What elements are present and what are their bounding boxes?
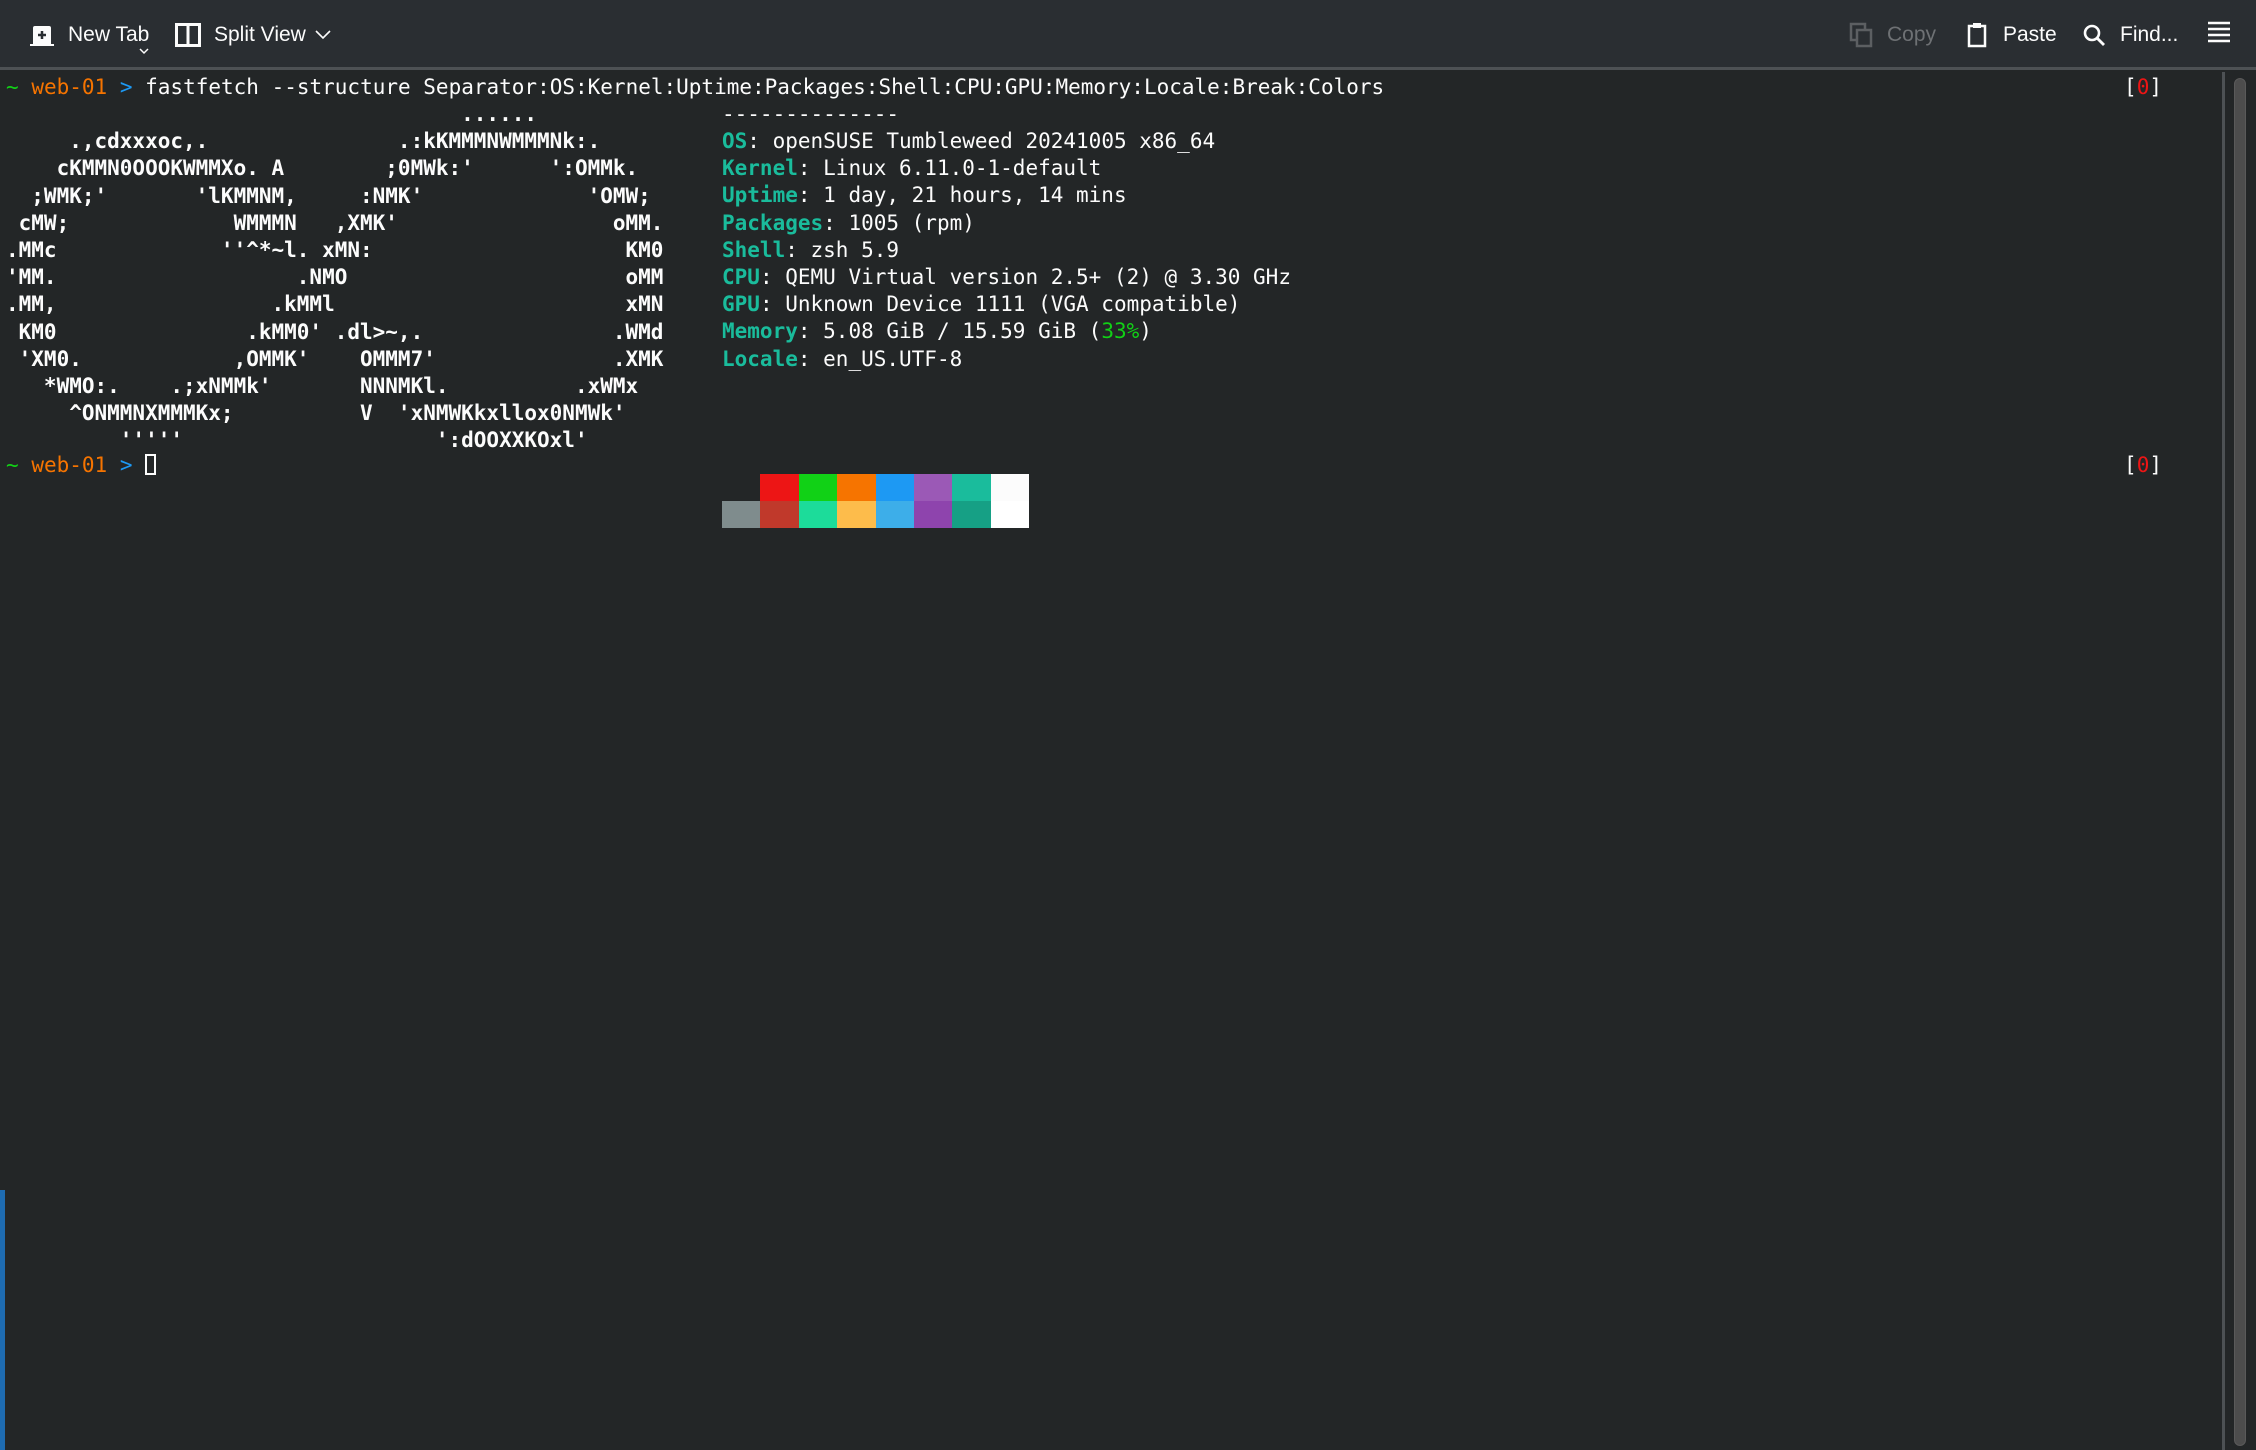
new-tab-dropdown-chevron-icon[interactable] (139, 44, 149, 58)
ascii-logo-line: .,cdxxxoc,. .:kKMMMNWMMMNk:. (6, 129, 601, 154)
search-icon (2080, 21, 2108, 49)
paste-label: Paste (2003, 23, 2057, 46)
info-row-gpu: GPU: Unknown Device 1111 (VGA compatible… (722, 292, 1241, 317)
paste-button[interactable]: Paste (1963, 0, 2057, 70)
color-swatch (798, 501, 838, 528)
exit-code: 0 (2136, 453, 2150, 477)
copy-button[interactable]: Copy (1847, 0, 1936, 70)
active-view-indicator (0, 1190, 5, 1450)
exit-status: [0] (2124, 75, 2162, 99)
info-value: zsh 5.9 (810, 237, 900, 262)
chevron-down-icon (314, 23, 332, 47)
command-text: fastfetch --structure Separator:OS:Kerne… (145, 75, 1385, 99)
info-key: Locale (722, 346, 798, 371)
color-swatch (952, 501, 991, 528)
ascii-logo-line: cMW; WMMMN ,XMK' oMM. (6, 210, 664, 235)
exit-code: 0 (2136, 75, 2150, 99)
info-value: QEMU Virtual version 2.5+ (2) @ 3.30 GHz (785, 265, 1291, 289)
info-value: 1 day, 21 hours, 14 mins (823, 183, 1127, 208)
clipboard-icon (1963, 21, 1991, 49)
copy-label: Copy (1887, 23, 1937, 46)
info-key: Kernel (722, 156, 798, 181)
color-swatch (875, 474, 914, 501)
info-key: GPU (722, 292, 760, 317)
new-tab-label: New Tab (68, 23, 150, 46)
info-row-shell: Shell: zsh 5.9 (722, 237, 900, 262)
new-tab-icon (28, 21, 56, 49)
ascii-logo-line: ^ONMMNXMMMKx; V 'xNMWKkxllox0NMWk' (6, 401, 626, 426)
info-row-memory: Memory: 5.08 GiB / 15.59 GiB (33%) (722, 319, 1152, 344)
prompt-line[interactable]: ~ web-01 > (6, 452, 157, 479)
info-row-os: OS: openSUSE Tumbleweed 20241005 x86_64 (722, 129, 1216, 153)
split-view-dropdown[interactable] (314, 0, 332, 70)
ascii-logo-line: ...... (6, 102, 538, 126)
info-value: Linux 6.11.0-1-default (823, 156, 1102, 181)
split-view-icon (174, 21, 202, 49)
color-swatch (990, 501, 1030, 528)
info-key: Packages (722, 210, 824, 235)
color-swatch (760, 501, 799, 528)
copy-icon (1847, 21, 1875, 49)
ascii-logo-line: 'XM0. ,OMMK' OMMM7' .XMK (6, 346, 664, 371)
main-menu-button[interactable] (2207, 0, 2231, 70)
prompt-tilde: ~ (6, 453, 19, 477)
find-button[interactable]: Find... (2080, 0, 2178, 70)
info-row-kernel: Kernel: Linux 6.11.0-1-default (722, 156, 1102, 181)
info-value: en_US.UTF-8 (823, 346, 963, 371)
scrollbar-divider (2222, 72, 2225, 1450)
vertical-scrollbar[interactable] (2234, 78, 2246, 1446)
color-swatch (760, 474, 799, 501)
text-cursor (145, 454, 157, 475)
color-swatch (722, 474, 761, 501)
info-value: openSUSE Tumbleweed 20241005 x86_64 (772, 129, 1216, 153)
memory-percent: 33% (1101, 319, 1140, 344)
ascii-logo-line: *WMO:. .;xNMMk' NNNMKl. .xWMx (6, 374, 639, 398)
info-key: Uptime (722, 183, 798, 208)
exit-status: [0] (2124, 453, 2162, 477)
find-label: Find... (2120, 23, 2179, 46)
prompt-arrow-icon: > (119, 453, 133, 477)
info-key: Shell (722, 237, 786, 262)
ascii-logo-line: ''''' ':dOOXXKOxl' (6, 428, 588, 453)
ascii-logo-line: KM0 .kMM0' .dl>~,. .WMd (6, 319, 664, 344)
prompt-hostname: web-01 (31, 75, 108, 99)
split-view-button[interactable]: Split View (174, 0, 306, 70)
ascii-logo-line: .MMc ''^*~l. xMN: KM0 (6, 238, 664, 262)
info-key: CPU (722, 265, 760, 289)
command-line: ~ web-01 > fastfetch --structure Separat… (6, 74, 1384, 101)
prompt-tilde: ~ (6, 75, 19, 99)
ascii-logo-line: ;WMK;' 'lKMMNM, :NMK' 'OMW; (6, 183, 651, 208)
info-value: Unknown Device 1111 (VGA compatible) (785, 292, 1241, 317)
color-swatch (798, 474, 838, 501)
ascii-logo-line: 'MM. .NMO oMM (6, 265, 664, 290)
hamburger-menu-icon (2207, 21, 2231, 49)
color-swatch (913, 474, 953, 501)
info-row-packages: Packages: 1005 (rpm) (722, 210, 975, 235)
info-row-cpu: CPU: QEMU Virtual version 2.5+ (2) @ 3.3… (722, 265, 1291, 289)
info-key: Memory (722, 319, 798, 344)
toolbar: New Tab Split View Copy Paste Find... (0, 0, 2256, 70)
color-swatch (837, 501, 876, 528)
color-swatch (837, 474, 876, 501)
color-swatch (990, 474, 1030, 501)
color-swatch (952, 474, 991, 501)
split-view-label: Split View (214, 23, 306, 46)
color-swatch (913, 501, 953, 528)
color-swatch (875, 501, 914, 528)
info-row-locale: Locale: en_US.UTF-8 (722, 346, 963, 371)
terminal-view[interactable]: ~ web-01 > fastfetch --structure Separat… (0, 72, 2222, 1450)
info-value: 1005 (rpm) (848, 210, 975, 235)
info-row-uptime: Uptime: 1 day, 21 hours, 14 mins (722, 183, 1127, 208)
prompt-arrow-icon: > (119, 75, 133, 99)
info-key: OS (722, 129, 748, 153)
palette-row-bright (722, 501, 1030, 528)
color-swatch (722, 501, 761, 528)
ascii-logo-line: cKMMN0OOOKWMMXo. A ;0MWk:' ':OMMk. (6, 156, 639, 181)
color-palette (722, 474, 1030, 528)
new-tab-button[interactable]: New Tab (28, 0, 149, 70)
info-separator: -------------- (722, 102, 900, 126)
prompt-hostname: web-01 (31, 453, 108, 477)
ascii-logo-line: .MM, .kMMl xMN (6, 292, 664, 317)
palette-row-normal (722, 474, 1030, 501)
